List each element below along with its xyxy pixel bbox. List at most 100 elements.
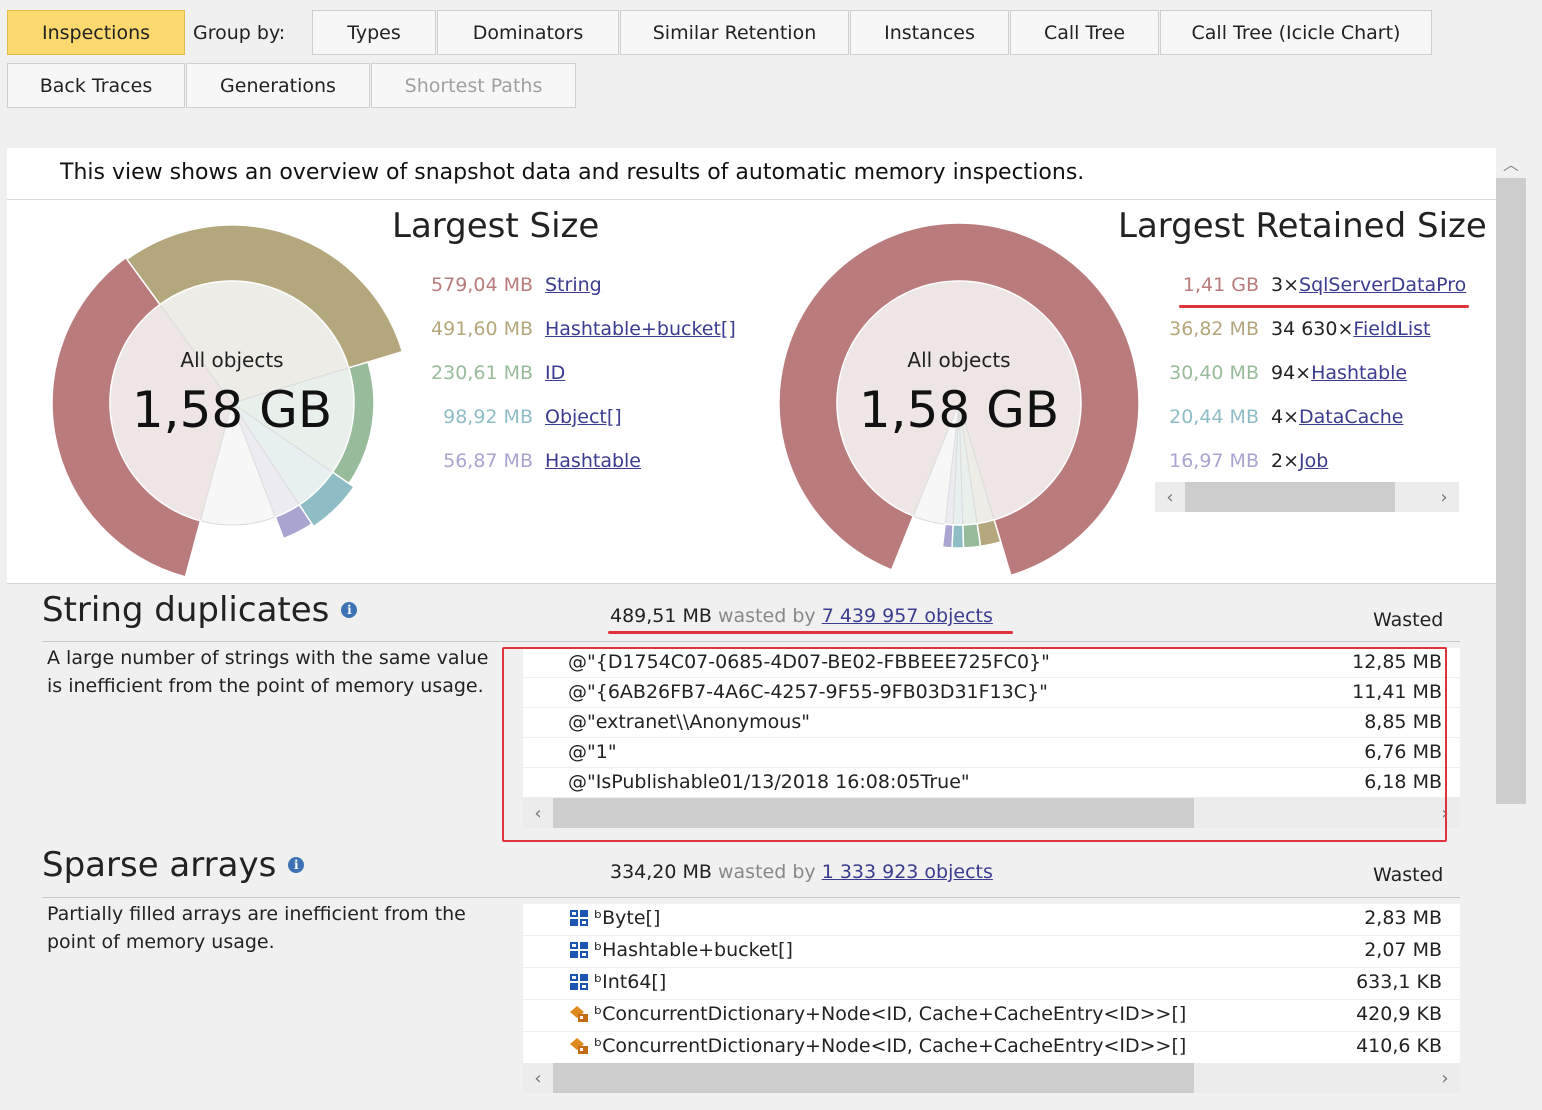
scroll-left-icon[interactable]: ‹ [523, 1063, 553, 1093]
scroll-left-icon[interactable]: ‹ [1155, 482, 1185, 512]
sparse-arrays-table: ᵇByte[] 2,83 MB ᵇHashtable+bucket[] 2,07 MB… [523, 904, 1460, 1064]
donut-outer-slice[interactable] [941, 523, 954, 549]
legend-item: 230,61 MB ID [403, 362, 565, 384]
legend-type-link[interactable]: Job [1299, 450, 1328, 472]
group-by-label: Group by: [193, 21, 286, 44]
row-wasted: 420,9 KB [1356, 1003, 1442, 1025]
legend-item: 16,97 MB 2× Job [1127, 450, 1328, 472]
scrollbar-thumb[interactable] [1185, 482, 1395, 512]
sparse-arrays-title: Sparse arrays i [42, 845, 305, 885]
toolbar: Inspections Group by: Types Dominators S… [0, 0, 1542, 120]
legend-type-link[interactable]: Hashtable+bucket[] [545, 318, 736, 340]
table-row[interactable]: ᵇConcurrentDictionary+Node<ID, Cache+Cac… [523, 1000, 1460, 1032]
legend-size: 20,44 MB [1169, 406, 1259, 428]
array-icon [570, 942, 588, 958]
info-icon[interactable]: i [341, 602, 358, 618]
legend-size: 491,60 MB [431, 318, 533, 340]
donut-outer-slice[interactable] [962, 522, 982, 549]
tab-inspections[interactable]: Inspections [7, 10, 185, 55]
legend-type-link[interactable]: Hashtable [545, 450, 641, 472]
legend-size: 230,61 MB [431, 362, 533, 384]
highlight-box [502, 647, 1447, 842]
row-wasted: 2,07 MB [1364, 939, 1442, 961]
table-row[interactable]: ᵇByte[] 2,83 MB [523, 904, 1460, 936]
intro-text: This view shows an overview of snapshot … [60, 160, 1085, 185]
tab-similar-retention[interactable]: Similar Retention [620, 10, 849, 55]
divider [7, 199, 1496, 200]
highlight-underline [1179, 305, 1469, 308]
sparse-arrays-scrollbar[interactable]: ‹ › [523, 1063, 1460, 1093]
scrollbar-thumb[interactable] [1496, 178, 1526, 804]
tab-call-tree-icicle[interactable]: Call Tree (Icicle Chart) [1160, 10, 1432, 55]
legend-size: 1,41 GB [1182, 274, 1259, 296]
tab-back-traces[interactable]: Back Traces [7, 63, 185, 108]
legend-type-link[interactable]: DataCache [1299, 406, 1403, 428]
legend-size: 579,04 MB [431, 274, 533, 296]
wasted-by-label: wasted by [718, 605, 816, 627]
legend-count: 34 630× [1271, 318, 1354, 340]
tab-generations[interactable]: Generations [186, 63, 370, 108]
legend-type-link[interactable]: FieldList [1353, 318, 1430, 340]
row-wasted: 410,6 KB [1356, 1035, 1442, 1057]
objects-link[interactable]: 1 333 923 objects [822, 861, 993, 883]
legend-item: 36,82 MB 34 630× FieldList [1127, 318, 1430, 340]
tab-dominators[interactable]: Dominators [437, 10, 619, 55]
donut-center-value: 1,58 GB [132, 381, 332, 439]
legend-item: 491,60 MB Hashtable+bucket[] [403, 318, 736, 340]
legend-item: 98,92 MB Object[] [403, 406, 622, 428]
retained-legend-scrollbar[interactable]: ‹ › [1155, 482, 1459, 512]
legend-size: 98,92 MB [443, 406, 533, 428]
sparse-arrays-description: Partially filled arrays are inefficient … [47, 903, 466, 953]
scroll-right-icon[interactable]: › [1430, 1063, 1460, 1093]
legend-type-link[interactable]: SqlServerDataPro [1299, 274, 1466, 296]
wasted-by-label: wasted by [718, 861, 816, 883]
legend-size: 16,97 MB [1169, 450, 1259, 472]
largest-retained-donut-chart: All objects 1,58 GB [778, 222, 1140, 577]
scroll-right-icon[interactable]: › [1429, 482, 1459, 512]
legend-size: 36,82 MB [1169, 318, 1259, 340]
tab-types[interactable]: Types [312, 10, 436, 55]
scrollbar-thumb[interactable] [553, 1063, 1194, 1093]
legend-size: 56,87 MB [443, 450, 533, 472]
array-icon [570, 910, 588, 926]
string-duplicates-description: A large number of strings with the same … [47, 647, 489, 697]
legend-count: 94× [1271, 362, 1312, 384]
string-duplicates-title: String duplicates i [42, 590, 358, 630]
wasted-column-header: Wasted [1373, 609, 1444, 631]
table-row[interactable]: ᵇConcurrentDictionary+Node<ID, Cache+Cac… [523, 1032, 1460, 1064]
donut-outer-slice[interactable] [951, 524, 965, 549]
table-row[interactable]: ᵇInt64[] 633,1 KB [523, 968, 1460, 1000]
largest-size-donut-chart: All objects 1,58 GB [51, 224, 404, 578]
scroll-up-icon[interactable]: ︿ [1496, 148, 1526, 178]
highlight-underline [608, 631, 1013, 634]
row-value: ᵇConcurrentDictionary+Node<ID, Cache+Cac… [568, 1035, 1186, 1057]
string-duplicates-summary: 489,51 MB wasted by 7 439 957 objects [610, 605, 993, 627]
row-wasted: 2,83 MB [1364, 907, 1442, 929]
donut-center-label: All objects [907, 348, 1010, 372]
wasted-amount: 334,20 MB [610, 861, 712, 883]
row-value: ᵇHashtable+bucket[] [568, 939, 793, 961]
sparse-arrays-summary: 334,20 MB wasted by 1 333 923 objects [610, 861, 993, 883]
legend-type-link[interactable]: ID [545, 362, 565, 384]
largest-retained-title: Largest Retained Size [1118, 206, 1487, 246]
array-icon [570, 974, 588, 990]
main-vertical-scrollbar[interactable]: ︿ [1496, 148, 1526, 1110]
divider [42, 641, 1460, 642]
overview-section: This view shows an overview of snapshot … [7, 148, 1496, 584]
tab-instances[interactable]: Instances [850, 10, 1009, 55]
row-value: ᵇInt64[] [568, 971, 666, 993]
legend-type-link[interactable]: Object[] [545, 406, 622, 428]
info-icon[interactable]: i [288, 857, 305, 873]
legend-size: 30,40 MB [1169, 362, 1259, 384]
objects-link[interactable]: 7 439 957 objects [822, 605, 993, 627]
table-row[interactable]: ᵇHashtable+bucket[] 2,07 MB [523, 936, 1460, 968]
wasted-amount: 489,51 MB [610, 605, 712, 627]
legend-item: 30,40 MB 94× Hashtable [1127, 362, 1407, 384]
tab-call-tree[interactable]: Call Tree [1010, 10, 1159, 55]
donut-center-label: All objects [180, 348, 283, 372]
legend-type-link[interactable]: Hashtable [1311, 362, 1407, 384]
sparse-arrays-title-text: Sparse arrays [42, 845, 277, 885]
legend-type-link[interactable]: String [545, 274, 602, 296]
legend-item: 56,87 MB Hashtable [403, 450, 641, 472]
legend-item: 579,04 MB String [403, 274, 602, 296]
